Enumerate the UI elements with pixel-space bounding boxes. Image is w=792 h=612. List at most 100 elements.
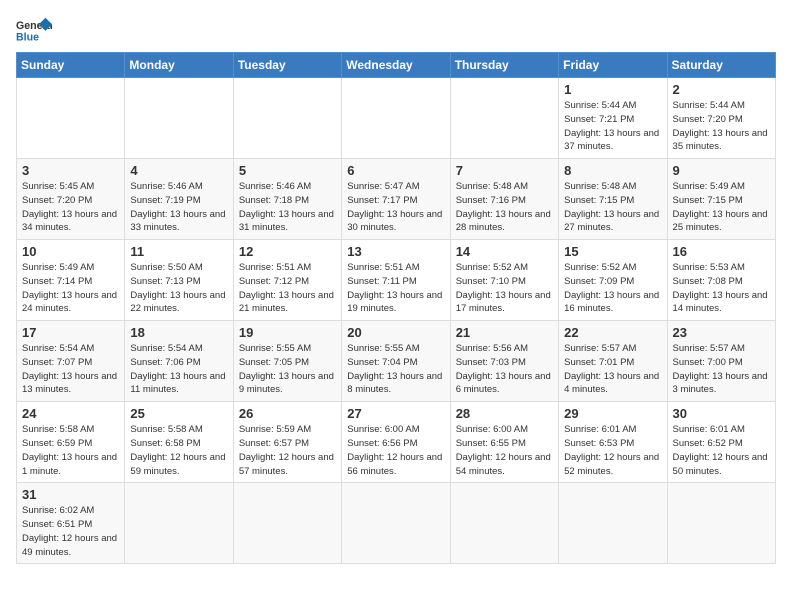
day-info: Sunrise: 5:48 AM Sunset: 7:15 PM Dayligh… xyxy=(564,180,661,235)
day-number: 9 xyxy=(673,163,770,178)
calendar-cell: 13 Sunrise: 5:51 AM Sunset: 7:11 PM Dayli… xyxy=(342,240,450,321)
calendar-cell: 29 Sunrise: 6:01 AM Sunset: 6:53 PM Dayli… xyxy=(559,402,667,483)
calendar-cell: 31 Sunrise: 6:02 AM Sunset: 6:51 PM Dayli… xyxy=(17,483,125,564)
calendar-cell: 3 Sunrise: 5:45 AM Sunset: 7:20 PM Daylig… xyxy=(17,159,125,240)
calendar-week-row: 1 Sunrise: 5:44 AM Sunset: 7:21 PM Daylig… xyxy=(17,78,776,159)
generalblue-logo-icon: General Blue xyxy=(16,16,52,44)
calendar-cell xyxy=(125,78,233,159)
calendar-cell: 17 Sunrise: 5:54 AM Sunset: 7:07 PM Dayli… xyxy=(17,321,125,402)
day-info: Sunrise: 5:55 AM Sunset: 7:05 PM Dayligh… xyxy=(239,342,336,397)
calendar-cell: 11Sunrise: 5:50 AM Sunset: 7:13 PM Dayli… xyxy=(125,240,233,321)
calendar-cell: 24Sunrise: 5:58 AM Sunset: 6:59 PM Dayli… xyxy=(17,402,125,483)
weekday-header-thursday: Thursday xyxy=(450,53,558,78)
calendar-cell: 27Sunrise: 6:00 AM Sunset: 6:56 PM Dayli… xyxy=(342,402,450,483)
day-number: 13 xyxy=(347,244,444,259)
day-info: Sunrise: 5:52 AM Sunset: 7:10 PM Dayligh… xyxy=(456,261,553,316)
calendar-cell: 20 Sunrise: 5:55 AM Sunset: 7:04 PM Dayli… xyxy=(342,321,450,402)
calendar-cell: 26 Sunrise: 5:59 AM Sunset: 6:57 PM Dayli… xyxy=(233,402,341,483)
day-number: 11 xyxy=(130,244,227,259)
calendar-cell: 16 Sunrise: 5:53 AM Sunset: 7:08 PM Dayli… xyxy=(667,240,775,321)
day-number: 6 xyxy=(347,163,444,178)
day-number: 29 xyxy=(564,406,661,421)
weekday-header-friday: Friday xyxy=(559,53,667,78)
calendar-cell: 21 Sunrise: 5:56 AM Sunset: 7:03 PM Dayli… xyxy=(450,321,558,402)
day-number: 2 xyxy=(673,82,770,97)
day-number: 18 xyxy=(130,325,227,340)
svg-text:Blue: Blue xyxy=(16,32,39,44)
calendar-cell: 1 Sunrise: 5:44 AM Sunset: 7:21 PM Daylig… xyxy=(559,78,667,159)
calendar-week-row: 17 Sunrise: 5:54 AM Sunset: 7:07 PM Dayli… xyxy=(17,321,776,402)
calendar-week-row: 3 Sunrise: 5:45 AM Sunset: 7:20 PM Daylig… xyxy=(17,159,776,240)
day-number: 24 xyxy=(22,406,119,421)
calendar-cell: 10 Sunrise: 5:49 AM Sunset: 7:14 PM Dayli… xyxy=(17,240,125,321)
day-number: 30 xyxy=(673,406,770,421)
calendar-cell xyxy=(233,483,341,564)
calendar-cell xyxy=(233,78,341,159)
weekday-header-row: SundayMondayTuesdayWednesdayThursdayFrid… xyxy=(17,53,776,78)
day-info: Sunrise: 5:57 AM Sunset: 7:01 PM Dayligh… xyxy=(564,342,661,397)
calendar-cell: 5 Sunrise: 5:46 AM Sunset: 7:18 PM Daylig… xyxy=(233,159,341,240)
calendar-cell: 12Sunrise: 5:51 AM Sunset: 7:12 PM Dayli… xyxy=(233,240,341,321)
calendar-table: SundayMondayTuesdayWednesdayThursdayFrid… xyxy=(16,52,776,564)
day-info: Sunrise: 6:02 AM Sunset: 6:51 PM Dayligh… xyxy=(22,504,119,559)
day-info: Sunrise: 5:46 AM Sunset: 7:18 PM Dayligh… xyxy=(239,180,336,235)
day-number: 14 xyxy=(456,244,553,259)
day-number: 22 xyxy=(564,325,661,340)
day-info: Sunrise: 5:56 AM Sunset: 7:03 PM Dayligh… xyxy=(456,342,553,397)
calendar-cell: 6Sunrise: 5:47 AM Sunset: 7:17 PM Daylig… xyxy=(342,159,450,240)
page-header: General Blue xyxy=(16,16,776,44)
calendar-cell xyxy=(342,483,450,564)
calendar-week-row: 10 Sunrise: 5:49 AM Sunset: 7:14 PM Dayli… xyxy=(17,240,776,321)
day-number: 21 xyxy=(456,325,553,340)
calendar-cell: 28 Sunrise: 6:00 AM Sunset: 6:55 PM Dayli… xyxy=(450,402,558,483)
calendar-cell: 23Sunrise: 5:57 AM Sunset: 7:00 PM Dayli… xyxy=(667,321,775,402)
day-number: 16 xyxy=(673,244,770,259)
day-info: Sunrise: 5:55 AM Sunset: 7:04 PM Dayligh… xyxy=(347,342,444,397)
day-info: Sunrise: 6:01 AM Sunset: 6:52 PM Dayligh… xyxy=(673,423,770,478)
day-info: Sunrise: 5:48 AM Sunset: 7:16 PM Dayligh… xyxy=(456,180,553,235)
calendar-week-row: 31 Sunrise: 6:02 AM Sunset: 6:51 PM Dayli… xyxy=(17,483,776,564)
day-number: 17 xyxy=(22,325,119,340)
day-info: Sunrise: 5:45 AM Sunset: 7:20 PM Dayligh… xyxy=(22,180,119,235)
calendar-cell: 22 Sunrise: 5:57 AM Sunset: 7:01 PM Dayli… xyxy=(559,321,667,402)
day-number: 5 xyxy=(239,163,336,178)
calendar-cell xyxy=(667,483,775,564)
day-info: Sunrise: 5:44 AM Sunset: 7:21 PM Dayligh… xyxy=(564,99,661,154)
calendar-cell: 2Sunrise: 5:44 AM Sunset: 7:20 PM Daylig… xyxy=(667,78,775,159)
calendar-cell: 7Sunrise: 5:48 AM Sunset: 7:16 PM Daylig… xyxy=(450,159,558,240)
day-info: Sunrise: 5:49 AM Sunset: 7:14 PM Dayligh… xyxy=(22,261,119,316)
logo: General Blue xyxy=(16,16,52,44)
day-number: 10 xyxy=(22,244,119,259)
calendar-cell: 25Sunrise: 5:58 AM Sunset: 6:58 PM Dayli… xyxy=(125,402,233,483)
day-number: 3 xyxy=(22,163,119,178)
calendar-cell: 14 Sunrise: 5:52 AM Sunset: 7:10 PM Dayli… xyxy=(450,240,558,321)
day-number: 1 xyxy=(564,82,661,97)
weekday-header-saturday: Saturday xyxy=(667,53,775,78)
day-info: Sunrise: 5:51 AM Sunset: 7:12 PM Dayligh… xyxy=(239,261,336,316)
calendar-cell xyxy=(450,78,558,159)
day-info: Sunrise: 5:53 AM Sunset: 7:08 PM Dayligh… xyxy=(673,261,770,316)
day-info: Sunrise: 5:46 AM Sunset: 7:19 PM Dayligh… xyxy=(130,180,227,235)
day-number: 26 xyxy=(239,406,336,421)
day-info: Sunrise: 5:59 AM Sunset: 6:57 PM Dayligh… xyxy=(239,423,336,478)
day-number: 28 xyxy=(456,406,553,421)
calendar-cell xyxy=(559,483,667,564)
weekday-header-wednesday: Wednesday xyxy=(342,53,450,78)
day-info: Sunrise: 6:00 AM Sunset: 6:56 PM Dayligh… xyxy=(347,423,444,478)
day-number: 20 xyxy=(347,325,444,340)
day-number: 8 xyxy=(564,163,661,178)
day-info: Sunrise: 5:49 AM Sunset: 7:15 PM Dayligh… xyxy=(673,180,770,235)
day-info: Sunrise: 6:00 AM Sunset: 6:55 PM Dayligh… xyxy=(456,423,553,478)
weekday-header-tuesday: Tuesday xyxy=(233,53,341,78)
calendar-cell: 9 Sunrise: 5:49 AM Sunset: 7:15 PM Daylig… xyxy=(667,159,775,240)
day-info: Sunrise: 5:54 AM Sunset: 7:07 PM Dayligh… xyxy=(22,342,119,397)
day-number: 31 xyxy=(22,487,119,502)
calendar-cell: 18Sunrise: 5:54 AM Sunset: 7:06 PM Dayli… xyxy=(125,321,233,402)
calendar-cell xyxy=(125,483,233,564)
day-info: Sunrise: 6:01 AM Sunset: 6:53 PM Dayligh… xyxy=(564,423,661,478)
calendar-cell: 15Sunrise: 5:52 AM Sunset: 7:09 PM Dayli… xyxy=(559,240,667,321)
day-number: 23 xyxy=(673,325,770,340)
day-info: Sunrise: 5:51 AM Sunset: 7:11 PM Dayligh… xyxy=(347,261,444,316)
calendar-cell: 19Sunrise: 5:55 AM Sunset: 7:05 PM Dayli… xyxy=(233,321,341,402)
day-info: Sunrise: 5:58 AM Sunset: 6:58 PM Dayligh… xyxy=(130,423,227,478)
